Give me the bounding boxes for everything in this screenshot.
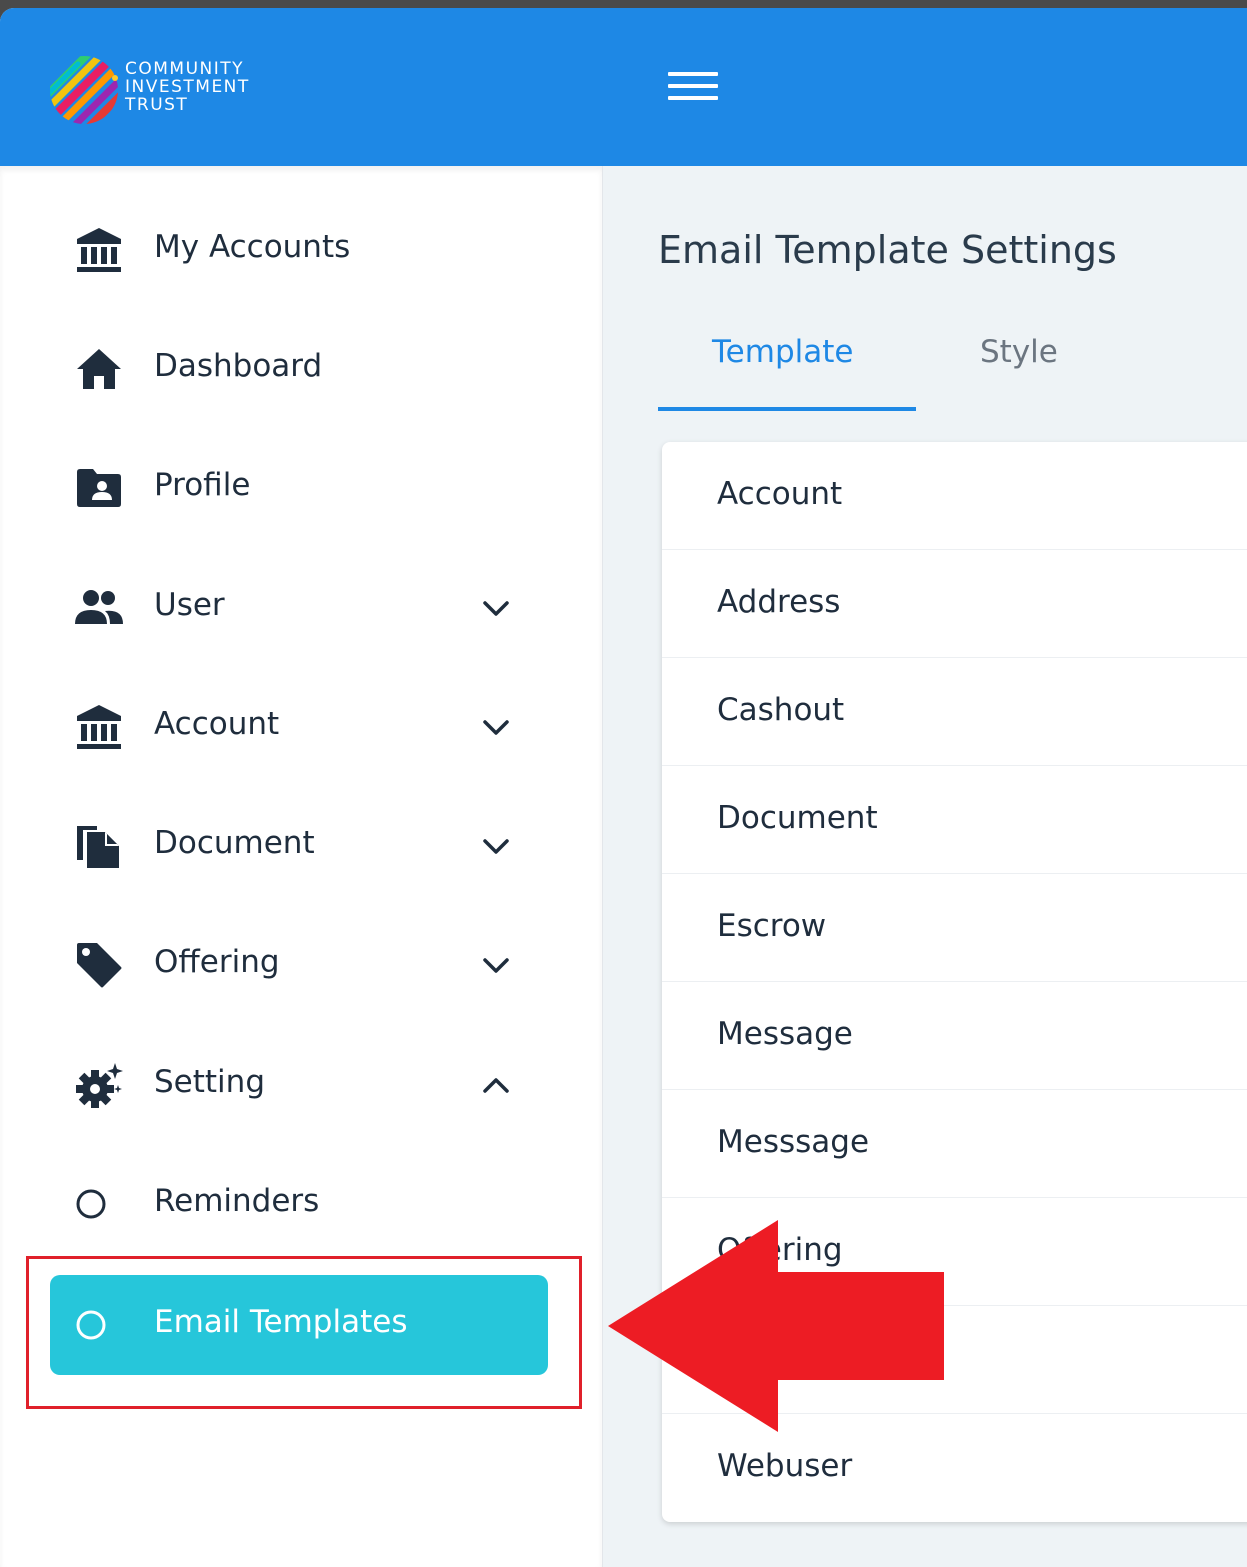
circle-icon — [76, 1189, 106, 1219]
sidebar-item-label: User — [154, 587, 225, 623]
sidebar-item-label: Dashboard — [154, 348, 323, 384]
top-app-bar: COMMUNITY INVESTMENT TRUST — [0, 8, 1247, 166]
sidebar-item-label: Account — [154, 706, 280, 742]
sidebar-item-label: Profile — [154, 467, 251, 503]
documents-icon — [77, 826, 119, 868]
list-item-label: Account — [717, 476, 843, 512]
sidebar-item-document[interactable]: Document — [50, 796, 548, 896]
brand-line-1: COMMUNITY — [125, 59, 245, 79]
annotation-highlight-box — [26, 1256, 582, 1409]
list-item-label: Webuser — [717, 1448, 853, 1484]
active-tab-indicator — [658, 407, 916, 411]
list-item-address[interactable]: Address — [662, 550, 1247, 658]
sidebar-item-my-accounts[interactable]: My Accounts — [50, 200, 548, 300]
list-item-label: Message — [717, 1016, 853, 1052]
sidebar-item-profile[interactable]: Profile — [50, 438, 548, 538]
profile-folder-icon — [77, 469, 121, 507]
chevron-down-icon[interactable] — [480, 593, 512, 625]
tag-icon — [77, 943, 122, 988]
sidebar-item-label: My Accounts — [154, 229, 351, 265]
list-item-label: Messsage — [717, 1124, 870, 1160]
list-item-message[interactable]: Message — [662, 982, 1247, 1090]
list-item-account[interactable]: Account — [662, 442, 1247, 550]
brand-line-3: TRUST — [125, 95, 189, 115]
chevron-down-icon[interactable] — [480, 831, 512, 863]
list-item-messsage[interactable]: Messsage — [662, 1090, 1247, 1198]
sidebar-item-reminders[interactable]: Reminders — [50, 1154, 548, 1254]
app-window: COMMUNITY INVESTMENT TRUST My Accounts D… — [0, 8, 1247, 1567]
list-item-label: Address — [717, 584, 841, 620]
sidebar-item-offering[interactable]: Offering — [50, 915, 548, 1015]
chevron-down-icon[interactable] — [480, 712, 512, 744]
page-title: Email Template Settings — [658, 228, 1117, 272]
chevron-down-icon[interactable] — [480, 950, 512, 982]
gear-sparkle-icon — [76, 1063, 123, 1108]
home-icon — [77, 349, 121, 389]
chevron-up-icon[interactable] — [480, 1070, 512, 1102]
brand-name: COMMUNITY INVESTMENT TRUST — [125, 60, 250, 114]
list-item-cashout[interactable]: Cashout — [662, 658, 1247, 766]
sidebar-item-setting[interactable]: Setting — [50, 1035, 548, 1135]
hamburger-menu-icon[interactable] — [668, 72, 718, 102]
tab-template[interactable]: Template — [712, 334, 853, 370]
list-item-document[interactable]: Document — [662, 766, 1247, 874]
logo-icon — [50, 56, 118, 124]
sidebar-item-dashboard[interactable]: Dashboard — [50, 319, 548, 419]
sidebar-item-user[interactable]: User — [50, 558, 548, 658]
list-item-label: Cashout — [717, 692, 845, 728]
list-item-label: Escrow — [717, 908, 827, 944]
sidebar-item-label: Reminders — [154, 1183, 320, 1219]
annotation-arrow-icon — [608, 1220, 944, 1432]
sidebar-item-label: Offering — [154, 944, 280, 980]
brand-line-2: INVESTMENT — [125, 77, 250, 97]
sidebar-item-label: Document — [154, 825, 315, 861]
list-item-label: Document — [717, 800, 878, 836]
bank-icon — [77, 228, 121, 272]
sidebar-item-label: Setting — [154, 1064, 265, 1100]
sidebar-item-account[interactable]: Account — [50, 677, 548, 777]
list-item-escrow[interactable]: Escrow — [662, 874, 1247, 982]
people-icon — [75, 590, 123, 624]
bank-icon — [77, 705, 121, 749]
tab-style[interactable]: Style — [980, 334, 1058, 370]
